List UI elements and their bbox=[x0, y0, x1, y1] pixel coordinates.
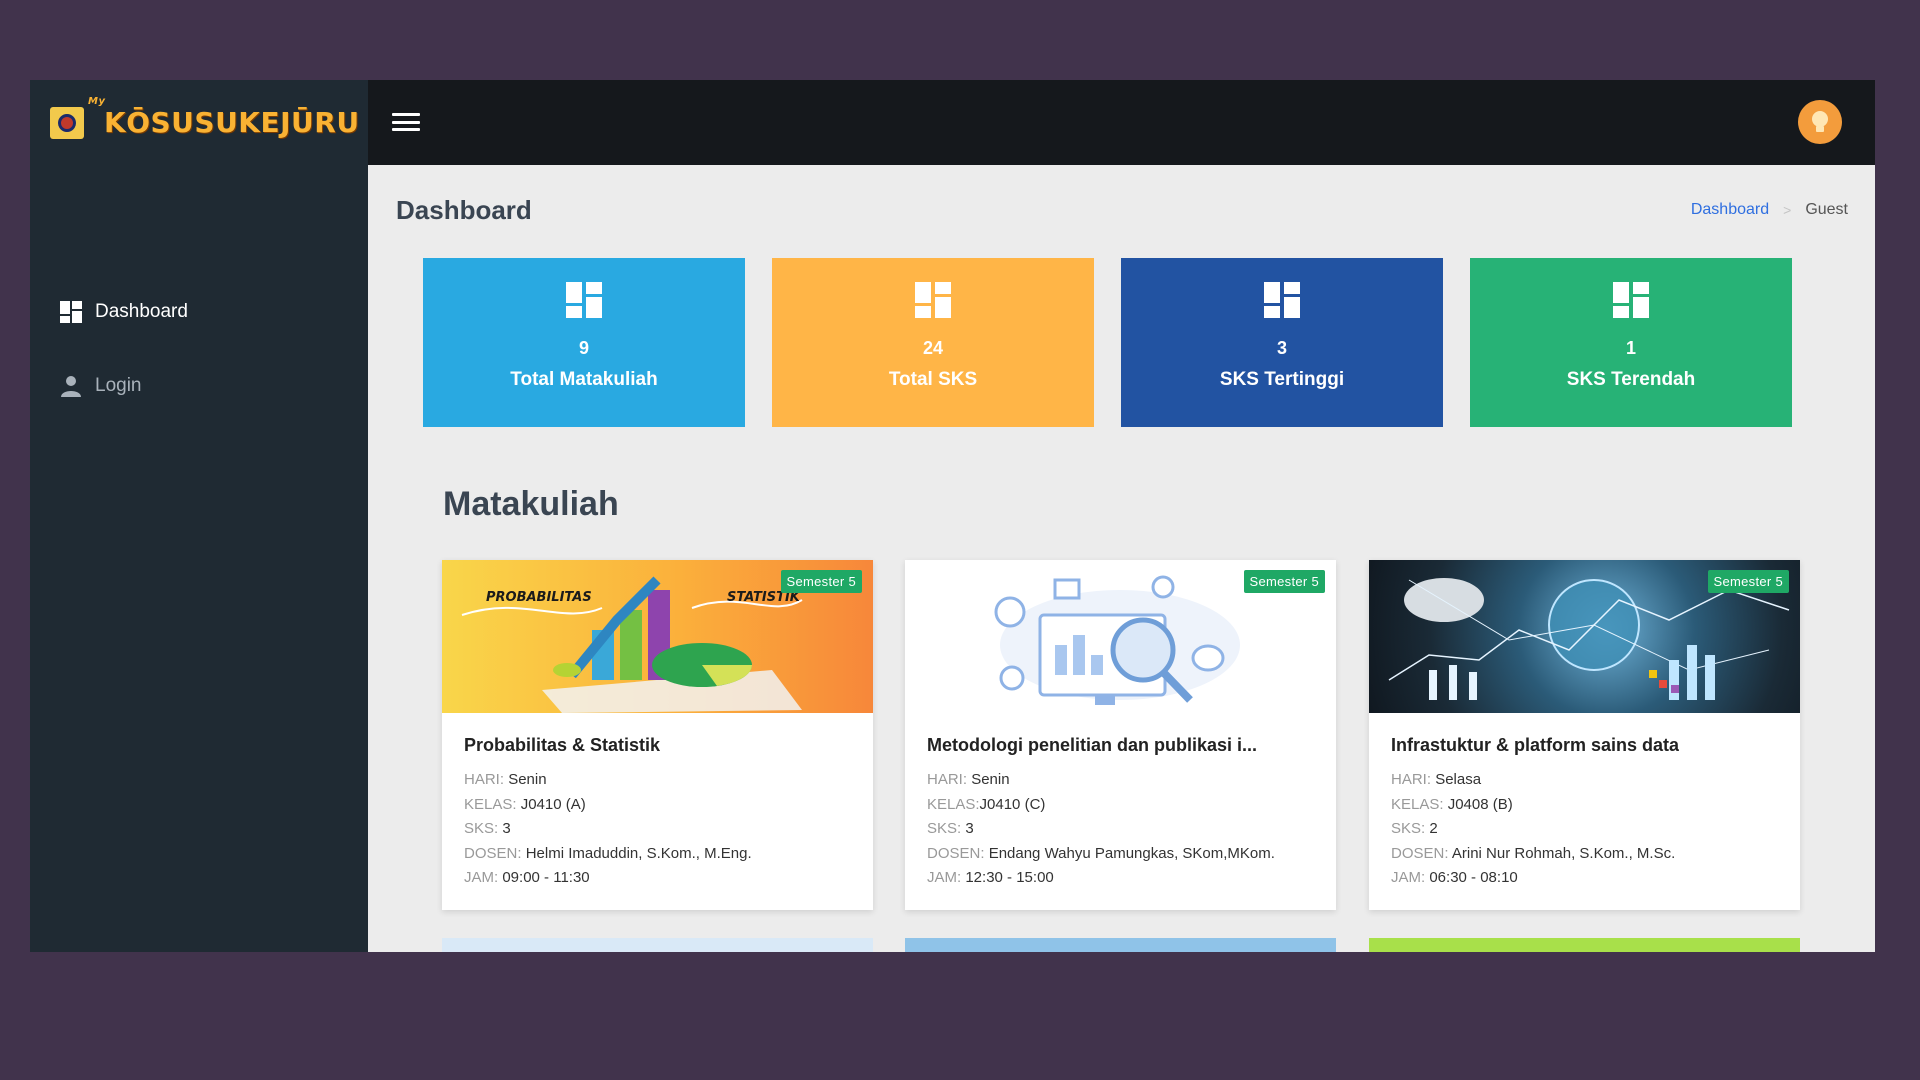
stat-card-total-sks[interactable]: 24 Total SKS bbox=[772, 258, 1094, 427]
course-jam: JAM: 09:00 - 11:30 bbox=[464, 869, 590, 886]
course-card-infrastruktur[interactable]: Semester 5 Infrastuktur & platform sains… bbox=[1369, 560, 1800, 910]
main-content: Dashboard Dashboard > Guest 9 Total Mata… bbox=[368, 165, 1875, 952]
stat-label: SKS Tertinggi bbox=[1219, 369, 1345, 390]
course-dosen: DOSEN: Arini Nur Rohmah, S.Kom., M.Sc. bbox=[1391, 844, 1676, 862]
stat-label: Total SKS bbox=[888, 369, 978, 390]
brand-logo[interactable]: My KŌSUSUKEJŪRU bbox=[30, 80, 368, 165]
course-title: Infrastuktur & platform sains data bbox=[1391, 735, 1680, 755]
course-sks: SKS: 2 bbox=[1391, 820, 1438, 837]
lightbulb-icon bbox=[1812, 111, 1828, 132]
stat-value: 1 bbox=[1625, 338, 1636, 358]
brand-title: KŌSUSUKEJŪRU bbox=[104, 106, 360, 139]
course-kelas: KELAS:J0410 (C) bbox=[927, 795, 1046, 813]
app-window: My KŌSUSUKEJŪRU Dashboard Login Dashboar… bbox=[30, 80, 1875, 952]
dashboard-icon bbox=[1613, 282, 1649, 318]
course-dosen: DOSEN: Endang Wahyu Pamungkas, SKom,MKom… bbox=[927, 844, 1275, 862]
course-hari: HARI: Senin bbox=[927, 771, 1010, 788]
course-kelas: KELAS: J0410 (A) bbox=[464, 795, 586, 813]
course-thumbnail: Semester 5 bbox=[905, 560, 1336, 713]
hamburger-icon[interactable] bbox=[392, 111, 420, 133]
section-title: Matakuliah bbox=[443, 485, 619, 523]
user-icon bbox=[59, 374, 83, 398]
stat-value: 9 bbox=[578, 338, 589, 358]
stat-value: 3 bbox=[1276, 338, 1287, 358]
sidebar-item-dashboard[interactable]: Dashboard bbox=[30, 275, 368, 349]
stat-label: SKS Terendah bbox=[1566, 369, 1696, 390]
stat-card-sks-tertinggi[interactable]: 3 SKS Tertinggi bbox=[1121, 258, 1443, 427]
course-card-probabilitas[interactable]: PROBABILITAS STATISTIK Semester 5 Probab… bbox=[442, 560, 873, 910]
course-card-peek[interactable] bbox=[1369, 938, 1800, 952]
course-thumbnail: Semester 5 bbox=[1369, 560, 1800, 713]
course-card-metodologi[interactable]: Semester 5 Metodologi penelitian dan pub… bbox=[905, 560, 1336, 910]
sidebar-item-label: Login bbox=[95, 375, 142, 396]
brand-emblem-icon bbox=[50, 106, 84, 139]
breadcrumb-current: Guest bbox=[1805, 201, 1848, 218]
course-card-peek[interactable] bbox=[905, 938, 1336, 952]
course-kelas: KELAS: J0408 (B) bbox=[1391, 795, 1513, 813]
course-hari: HARI: Senin bbox=[464, 771, 547, 788]
course-jam: JAM: 12:30 - 15:00 bbox=[927, 869, 1054, 886]
course-sks: SKS: 3 bbox=[464, 820, 511, 837]
dashboard-icon bbox=[59, 300, 83, 324]
breadcrumb: Dashboard > Guest bbox=[1691, 201, 1848, 219]
sidebar-nav: Dashboard Login bbox=[30, 275, 368, 423]
semester-badge: Semester 5 bbox=[780, 570, 862, 593]
semester-badge: Semester 5 bbox=[1707, 570, 1789, 593]
breadcrumb-separator: > bbox=[1783, 202, 1792, 218]
avatar[interactable] bbox=[1798, 100, 1842, 144]
course-thumbnail: PROBABILITAS STATISTIK Semester 5 bbox=[442, 560, 873, 713]
course-meta: HARI: Senin KELAS: J0410 (A) SKS: 3 DOSE… bbox=[464, 768, 752, 891]
brand-name: My KŌSUSUKEJŪRU bbox=[88, 96, 360, 139]
course-card-peek[interactable] bbox=[442, 938, 873, 952]
course-meta: HARI: Selasa KELAS: J0408 (B) SKS: 2 DOS… bbox=[1391, 768, 1675, 891]
sidebar-item-label: Dashboard bbox=[95, 301, 188, 322]
course-dosen: DOSEN: Helmi Imaduddin, S.Kom., M.Eng. bbox=[464, 844, 752, 862]
course-title: Metodologi penelitian dan publikasi i... bbox=[927, 735, 1258, 755]
course-meta: HARI: Senin KELAS:J0410 (C) SKS: 3 DOSEN… bbox=[927, 768, 1275, 891]
dashboard-icon bbox=[1264, 282, 1300, 318]
stat-card-total-matakuliah[interactable]: 9 Total Matakuliah bbox=[423, 258, 745, 427]
thumbnail-caption: PROBABILITAS bbox=[486, 590, 592, 605]
dashboard-icon bbox=[566, 282, 602, 318]
stat-card-sks-terendah[interactable]: 1 SKS Terendah bbox=[1470, 258, 1792, 427]
breadcrumb-link-dashboard[interactable]: Dashboard bbox=[1691, 201, 1769, 219]
semester-badge: Semester 5 bbox=[1243, 570, 1325, 593]
course-title: Probabilitas & Statistik bbox=[464, 735, 661, 755]
course-sks: SKS: 3 bbox=[927, 820, 974, 837]
brand-superscript: My bbox=[88, 96, 106, 107]
sidebar-item-login[interactable]: Login bbox=[30, 349, 368, 423]
course-hari: HARI: Selasa bbox=[1391, 771, 1482, 788]
page-title: Dashboard bbox=[396, 195, 532, 225]
sidebar: My KŌSUSUKEJŪRU Dashboard Login bbox=[30, 80, 368, 952]
topbar bbox=[368, 80, 1875, 165]
stat-label: Total Matakuliah bbox=[510, 369, 658, 390]
dashboard-icon bbox=[915, 282, 951, 318]
course-jam: JAM: 06:30 - 08:10 bbox=[1391, 869, 1518, 886]
stat-value: 24 bbox=[922, 338, 944, 358]
